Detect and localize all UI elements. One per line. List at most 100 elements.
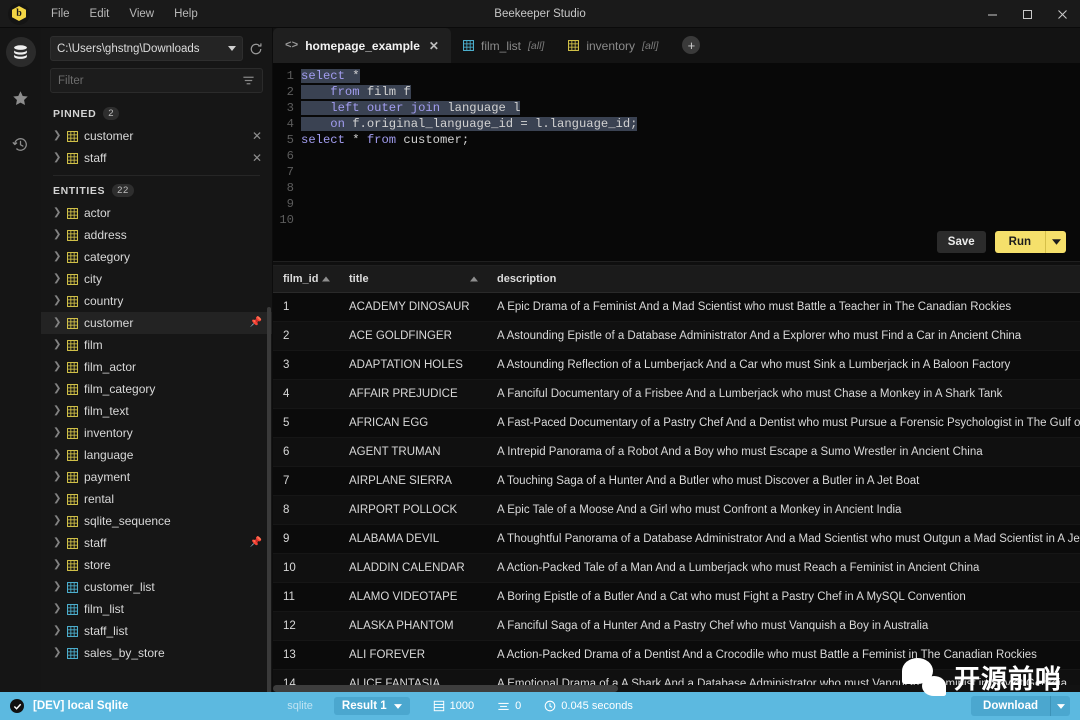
pin-icon[interactable]: 📌 (250, 318, 262, 328)
history-icon[interactable] (6, 129, 36, 159)
entity-item-inventory[interactable]: ❯inventory (41, 422, 272, 444)
table-row[interactable]: 7AIRPLANE SIERRAA Touching Saga of a Hun… (273, 467, 1080, 496)
entity-item-customer_list[interactable]: ❯customer_list (41, 576, 272, 598)
chevron-right-icon[interactable]: ❯ (53, 318, 61, 328)
cell-title[interactable]: ALAMO VIDEOTAPE (339, 583, 487, 612)
column-header-title[interactable]: title (339, 266, 487, 293)
cell-description[interactable]: A Fanciful Documentary of a Frisbee And … (487, 380, 1080, 409)
chevron-right-icon[interactable]: ❯ (53, 131, 61, 141)
cell-title[interactable]: ACE GOLDFINGER (339, 322, 487, 351)
menu-view[interactable]: View (120, 5, 163, 23)
cell-description[interactable]: A Boring Epistle of a Butler And a Cat w… (487, 583, 1080, 612)
download-button[interactable]: Download (971, 696, 1050, 716)
entity-item-film_category[interactable]: ❯film_category (41, 378, 272, 400)
sort-ascending-icon[interactable] (322, 277, 330, 282)
cell-film_id[interactable]: 9 (273, 525, 339, 554)
column-header-description[interactable]: description (487, 266, 1080, 293)
chevron-right-icon[interactable]: ❯ (53, 406, 61, 416)
query-editor[interactable]: 12345678910 select * from film f left ou… (273, 63, 1080, 223)
entity-item-sales_by_store[interactable]: ❯sales_by_store (41, 642, 272, 664)
cell-film_id[interactable]: 7 (273, 467, 339, 496)
chevron-right-icon[interactable]: ❯ (53, 230, 61, 240)
table-row[interactable]: 5AFRICAN EGGA Fast-Paced Documentary of … (273, 409, 1080, 438)
table-row[interactable]: 10ALADDIN CALENDARA Action-Packed Tale o… (273, 554, 1080, 583)
entity-item-film_text[interactable]: ❯film_text (41, 400, 272, 422)
pin-icon[interactable]: 📌 (250, 538, 262, 548)
chevron-right-icon[interactable]: ❯ (53, 362, 61, 372)
download-chevron-down-icon[interactable] (1050, 696, 1070, 716)
entity-tree[interactable]: PINNED 2 ❯customer✕❯staff✕ ENTITIES 22 ❯… (41, 99, 272, 692)
tab-homepage_example[interactable]: <>homepage_example✕ (273, 28, 451, 63)
menu-file[interactable]: File (42, 5, 79, 23)
cell-description[interactable]: A Astounding Reflection of a Lumberjack … (487, 351, 1080, 380)
tab-close-icon[interactable]: ✕ (429, 39, 439, 53)
table-row[interactable]: 6AGENT TRUMANA Intrepid Panorama of a Ro… (273, 438, 1080, 467)
entity-item-payment[interactable]: ❯payment (41, 466, 272, 488)
entity-item-country[interactable]: ❯country (41, 290, 272, 312)
cell-film_id[interactable]: 8 (273, 496, 339, 525)
cell-description[interactable]: A Touching Saga of a Hunter And a Butler… (487, 467, 1080, 496)
unpin-close-icon[interactable]: ✕ (252, 130, 262, 142)
cell-title[interactable]: AGENT TRUMAN (339, 438, 487, 467)
cell-title[interactable]: ALASKA PHANTOM (339, 612, 487, 641)
entity-item-address[interactable]: ❯address (41, 224, 272, 246)
cell-description[interactable]: A Intrepid Panorama of a Robot And a Boy… (487, 438, 1080, 467)
cell-film_id[interactable]: 3 (273, 351, 339, 380)
table-row[interactable]: 1ACADEMY DINOSAURA Epic Drama of a Femin… (273, 293, 1080, 322)
tab-inventory[interactable]: inventory[all] (556, 28, 670, 63)
code-line[interactable]: select * (301, 68, 1080, 84)
cell-film_id[interactable]: 11 (273, 583, 339, 612)
chevron-right-icon[interactable]: ❯ (53, 450, 61, 460)
cell-description[interactable]: A Epic Tale of a Moose And a Girl who mu… (487, 496, 1080, 525)
run-chevron-down-icon[interactable] (1045, 231, 1066, 253)
entity-item-language[interactable]: ❯language (41, 444, 272, 466)
entity-item-film_actor[interactable]: ❯film_actor (41, 356, 272, 378)
chevron-right-icon[interactable]: ❯ (53, 153, 61, 163)
cell-title[interactable]: ALADDIN CALENDAR (339, 554, 487, 583)
chevron-right-icon[interactable]: ❯ (53, 274, 61, 284)
cell-film_id[interactable]: 12 (273, 612, 339, 641)
cell-description[interactable]: A Action-Packed Tale of a Man And a Lumb… (487, 554, 1080, 583)
cell-title[interactable]: AFRICAN EGG (339, 409, 487, 438)
cell-film_id[interactable]: 5 (273, 409, 339, 438)
chevron-right-icon[interactable]: ❯ (53, 560, 61, 570)
tab-film_list[interactable]: film_list[all] (451, 28, 556, 63)
result-selector[interactable]: Result 1 (334, 697, 410, 715)
connection-name[interactable]: [DEV] local Sqlite (33, 700, 128, 712)
table-row[interactable]: 3ADAPTATION HOLESA Astounding Reflection… (273, 351, 1080, 380)
cell-film_id[interactable]: 4 (273, 380, 339, 409)
pinned-item-customer[interactable]: ❯customer✕ (41, 125, 272, 147)
sort-ascending-icon[interactable] (470, 277, 478, 282)
chevron-right-icon[interactable]: ❯ (53, 472, 61, 482)
entity-item-customer[interactable]: ❯customer📌 (41, 312, 272, 334)
cell-description[interactable]: A Action-Packed Drama of a Dentist And a… (487, 641, 1080, 670)
menu-edit[interactable]: Edit (81, 5, 119, 23)
cell-description[interactable]: A Thoughtful Panorama of a Database Admi… (487, 525, 1080, 554)
chevron-right-icon[interactable]: ❯ (53, 340, 61, 350)
chevron-right-icon[interactable]: ❯ (53, 516, 61, 526)
filter-box[interactable] (50, 68, 263, 93)
chevron-right-icon[interactable]: ❯ (53, 582, 61, 592)
cell-title[interactable]: AIRPLANE SIERRA (339, 467, 487, 496)
cell-film_id[interactable]: 10 (273, 554, 339, 583)
table-row[interactable]: 9ALABAMA DEVILA Thoughtful Panorama of a… (273, 525, 1080, 554)
chevron-right-icon[interactable]: ❯ (53, 494, 61, 504)
chevron-right-icon[interactable]: ❯ (53, 538, 61, 548)
chevron-right-icon[interactable]: ❯ (53, 252, 61, 262)
chevron-right-icon[interactable]: ❯ (53, 208, 61, 218)
chevron-right-icon[interactable]: ❯ (53, 428, 61, 438)
minimize-icon[interactable] (975, 0, 1010, 28)
sidebar-scrollbar[interactable] (267, 307, 271, 692)
cell-title[interactable]: ALI FOREVER (339, 641, 487, 670)
cell-title[interactable]: ADAPTATION HOLES (339, 351, 487, 380)
close-icon[interactable] (1045, 0, 1080, 28)
star-icon[interactable] (6, 83, 36, 113)
menu-help[interactable]: Help (165, 5, 207, 23)
entity-item-sqlite_sequence[interactable]: ❯sqlite_sequence (41, 510, 272, 532)
table-row[interactable]: 2ACE GOLDFINGERA Astounding Epistle of a… (273, 322, 1080, 351)
table-row[interactable]: 12ALASKA PHANTOMA Fanciful Saga of a Hun… (273, 612, 1080, 641)
entity-item-store[interactable]: ❯store (41, 554, 272, 576)
code-line[interactable]: select * from customer; (301, 132, 1080, 148)
new-tab-button[interactable]: + (682, 36, 700, 54)
chevron-right-icon[interactable]: ❯ (53, 384, 61, 394)
